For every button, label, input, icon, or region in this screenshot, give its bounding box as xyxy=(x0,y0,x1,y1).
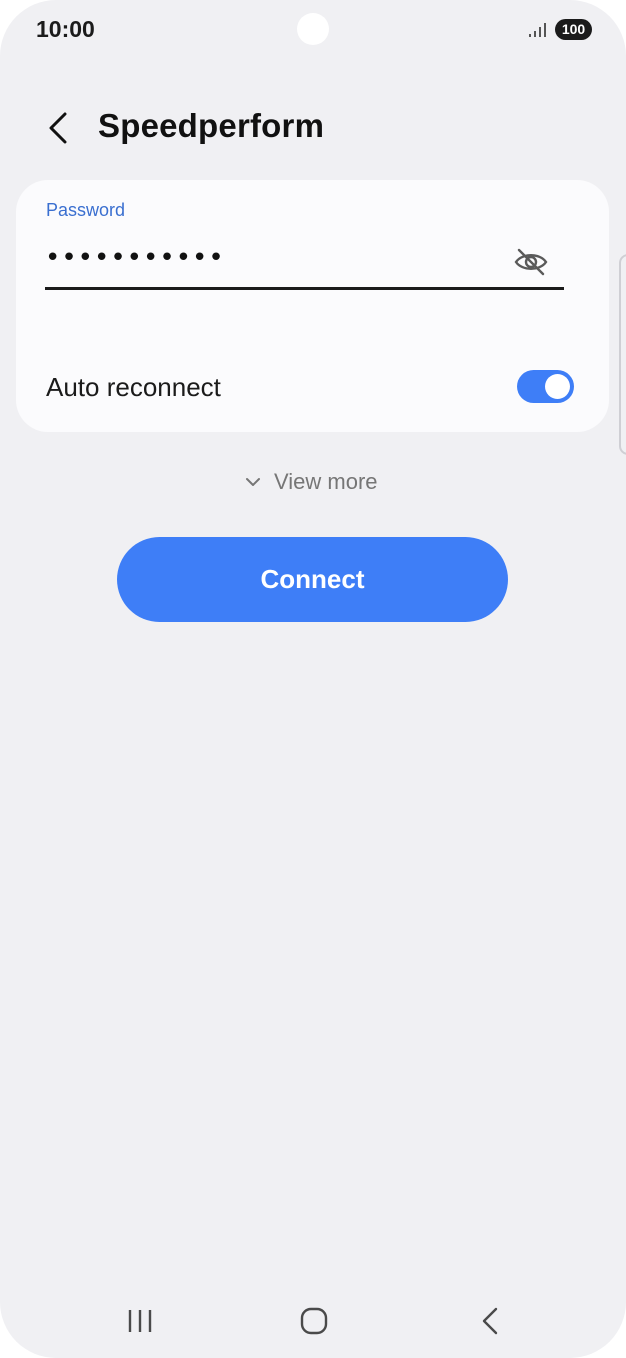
signal-icon xyxy=(529,23,546,37)
toggle-knob xyxy=(545,374,570,399)
password-label: Password xyxy=(46,200,126,220)
back-icon xyxy=(482,1307,498,1335)
nav-back-button[interactable] xyxy=(465,1303,515,1339)
front-camera xyxy=(297,13,329,45)
recents-icon xyxy=(128,1310,152,1332)
auto-reconnect-label: Auto reconnect xyxy=(46,372,221,402)
view-more-button[interactable]: View more xyxy=(244,467,378,497)
password-input[interactable] xyxy=(45,240,485,276)
chevron-down-icon xyxy=(246,478,260,486)
phone-screen: 10:00 100 Speedperform Password Auto rec… xyxy=(0,0,626,1358)
back-button[interactable] xyxy=(36,106,80,150)
page-title: Speedperform xyxy=(98,107,325,144)
auto-reconnect-toggle[interactable] xyxy=(517,370,574,403)
battery-icon: 100 xyxy=(555,19,592,40)
status-time: 10:00 xyxy=(36,16,95,42)
chevron-left-icon xyxy=(49,112,67,144)
eye-off-icon xyxy=(514,248,548,276)
connect-button[interactable]: Connect xyxy=(117,537,508,622)
view-more-label: View more xyxy=(274,469,378,494)
recents-button[interactable] xyxy=(115,1303,165,1339)
network-settings-card: Password Auto reconnect xyxy=(16,180,609,432)
password-underline xyxy=(45,287,564,290)
edge-panel-handle[interactable] xyxy=(619,254,626,455)
home-button[interactable] xyxy=(289,1303,339,1339)
home-icon xyxy=(300,1307,328,1335)
toggle-password-visibility-button[interactable] xyxy=(511,246,551,278)
